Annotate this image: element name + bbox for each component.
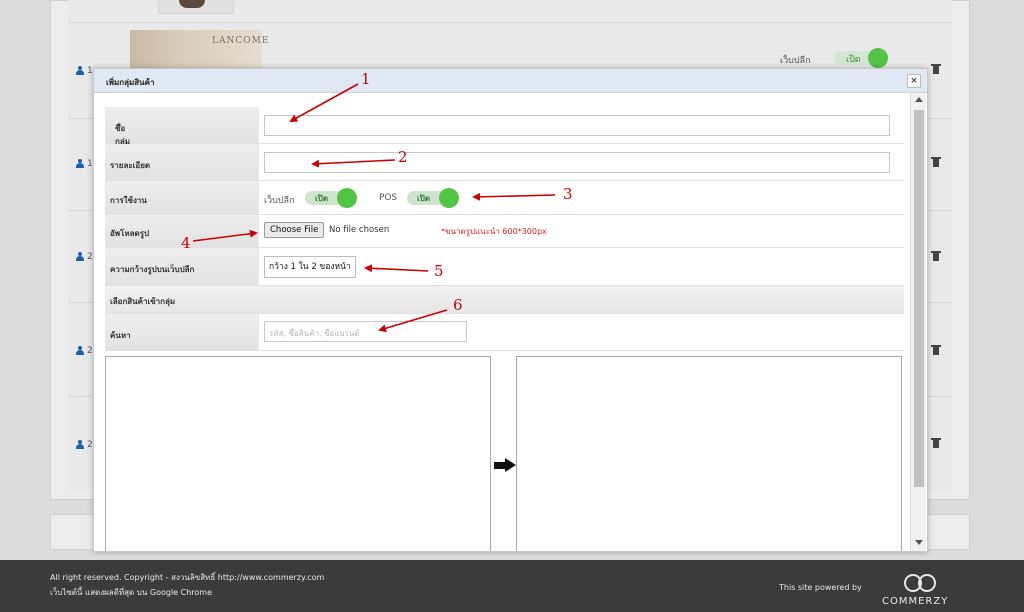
annotation-arrow-2 <box>311 159 396 168</box>
annotation-6: 6 <box>453 296 463 314</box>
annotation-3: 3 <box>563 185 573 203</box>
annotation-arrow-6 <box>378 309 448 333</box>
annotation-4: 4 <box>181 234 191 252</box>
annotation-1: 1 <box>361 70 371 88</box>
annotation-arrows <box>192 83 556 333</box>
annotation-arrow-5 <box>364 264 429 273</box>
annotation-2: 2 <box>398 148 408 166</box>
annotation-5: 5 <box>434 262 444 280</box>
annotation-arrow-3 <box>472 192 556 201</box>
annotation-arrow-4 <box>192 229 258 242</box>
annotation-arrow-1 <box>289 83 359 122</box>
